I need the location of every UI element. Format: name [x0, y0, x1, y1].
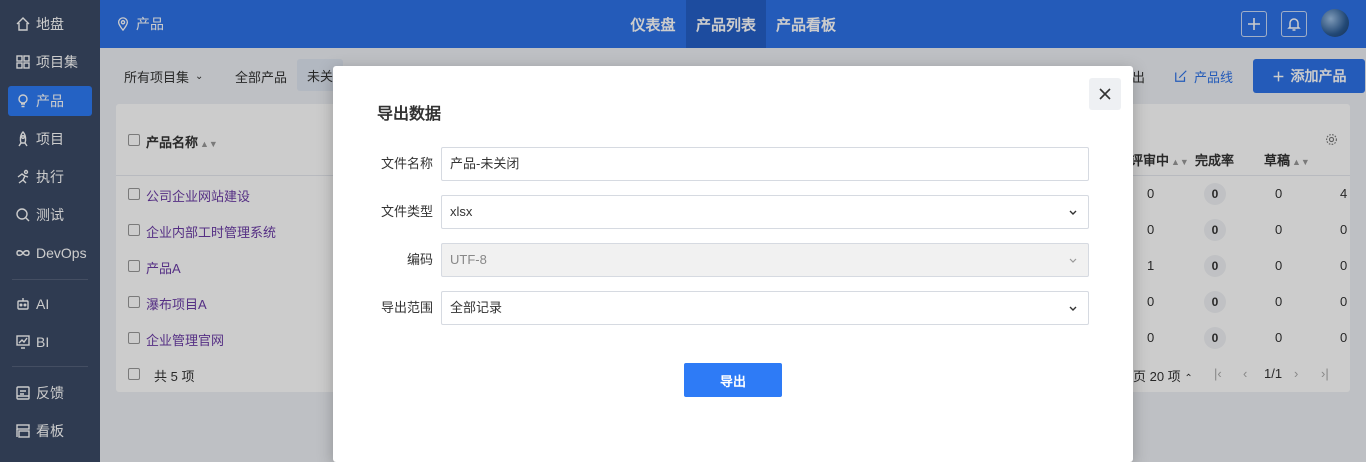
- close-icon: [1099, 88, 1111, 100]
- range-value: 全部记录: [450, 300, 503, 315]
- filetype-value: xlsx: [450, 204, 473, 219]
- filetype-label: 文件类型: [380, 204, 433, 219]
- dialog-title: 导出数据: [377, 106, 442, 123]
- chevron-down-icon: [1069, 210, 1077, 215]
- filetype-select[interactable]: xlsx: [441, 195, 1089, 229]
- encoding-value: UTF-8: [450, 252, 487, 267]
- encoding-select: UTF-8: [441, 243, 1089, 277]
- export-dialog: 导出数据 文件名称 产品-未关闭 文件类型 xlsx 编码 UTF-8 导出范围…: [333, 66, 1133, 462]
- filename-label: 文件名称: [380, 156, 433, 171]
- chevron-down-icon: [1069, 306, 1077, 311]
- filename-input[interactable]: 产品-未关闭: [441, 147, 1089, 181]
- range-label: 导出范围: [380, 300, 433, 315]
- close-button[interactable]: [1089, 78, 1121, 110]
- range-select[interactable]: 全部记录: [441, 291, 1089, 325]
- chevron-down-icon: [1069, 258, 1077, 263]
- export-submit-button[interactable]: 导出: [684, 363, 782, 397]
- encoding-label: 编码: [406, 252, 433, 267]
